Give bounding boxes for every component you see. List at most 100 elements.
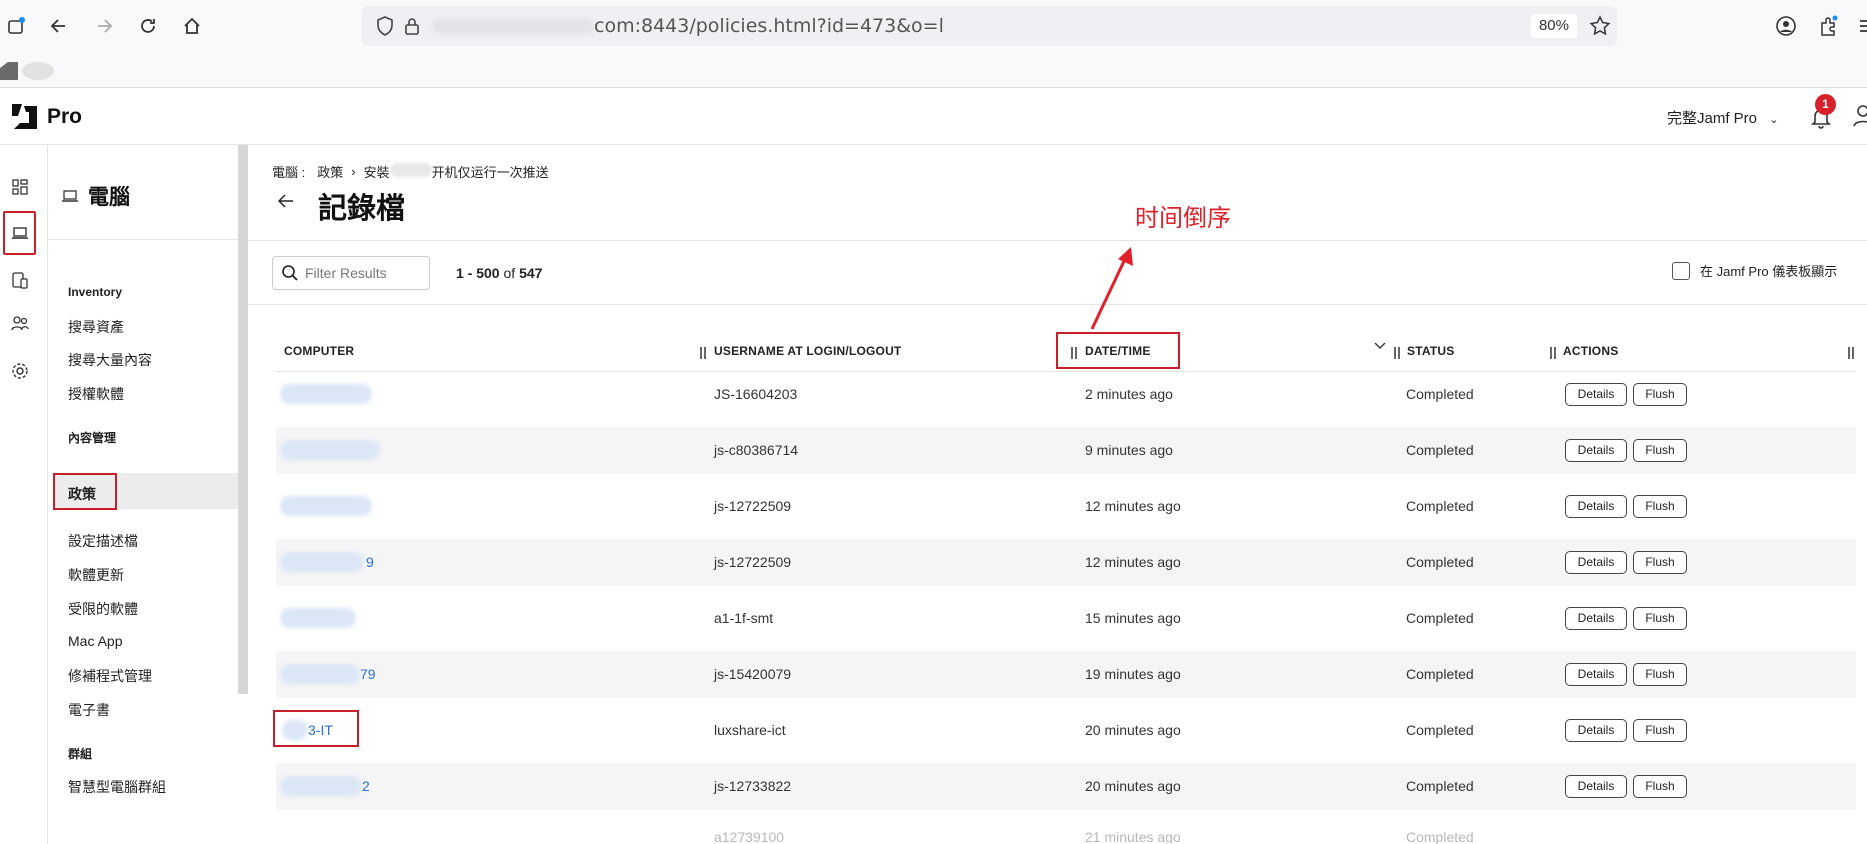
sidebar-item-ebooks[interactable]: 電子書 <box>68 700 110 720</box>
bookmark-favicon-icon[interactable] <box>0 60 56 87</box>
computer-name-redacted[interactable] <box>280 608 356 628</box>
details-button[interactable]: Details <box>1565 663 1627 686</box>
column-resize-handle[interactable] <box>1549 347 1557 359</box>
settings-gear-icon[interactable] <box>4 355 36 387</box>
sidebar-item-search-inventory[interactable]: 搜尋資產 <box>68 317 124 337</box>
datetime-cell: 15 minutes ago <box>1085 610 1181 626</box>
breadcrumb-policies[interactable]: 政策 <box>317 162 343 181</box>
column-resize-handle[interactable] <box>1847 347 1855 359</box>
site-select-label: 完整Jamf Pro <box>1667 110 1758 127</box>
username-cell: js-15420079 <box>714 666 792 682</box>
shield-icon[interactable] <box>376 16 394 41</box>
table-row[interactable]: 3-IT luxshare-ict 20 minutes ago Complet… <box>276 707 1856 754</box>
dashboard-icon[interactable] <box>4 171 36 203</box>
url-text[interactable]: com:8443/policies.html?id=473&o=l <box>594 15 944 37</box>
details-button[interactable]: Details <box>1565 551 1627 574</box>
details-button[interactable]: Details <box>1565 719 1627 742</box>
site-select[interactable]: 完整Jamf Pro ⌄ <box>1667 107 1778 128</box>
pager-total: 547 <box>519 265 543 281</box>
account-icon[interactable] <box>1770 10 1802 42</box>
computer-name-redacted[interactable] <box>280 496 372 516</box>
details-button[interactable]: Details <box>1565 607 1627 630</box>
table-row[interactable]: 2 js-12733822 20 minutes ago Completed D… <box>276 763 1856 810</box>
sidebar-item-patch-management[interactable]: 修補程式管理 <box>68 666 152 686</box>
sidebar-item-search-volume[interactable]: 搜尋大量內容 <box>68 350 152 370</box>
extensions-icon[interactable] <box>1813 10 1845 42</box>
jamf-logo[interactable]: Pro <box>12 104 82 129</box>
details-button[interactable]: Details <box>1565 495 1627 518</box>
sidebar-item-restricted-software[interactable]: 受限的軟體 <box>68 599 138 619</box>
sidebar-item-mac-app[interactable]: Mac App <box>68 633 122 649</box>
details-button[interactable]: Details <box>1565 383 1627 406</box>
tab-icon[interactable] <box>0 10 32 42</box>
flush-button[interactable]: Flush <box>1633 383 1687 406</box>
filter-input[interactable] <box>305 265 420 281</box>
forward-icon[interactable] <box>88 10 120 42</box>
page-title: 記錄檔 <box>318 193 406 225</box>
flush-button[interactable]: Flush <box>1633 775 1687 798</box>
details-button[interactable]: Details <box>1565 439 1627 462</box>
computer-link[interactable]: 2 <box>362 778 370 794</box>
back-arrow-icon[interactable] <box>277 192 294 213</box>
chevron-right-icon: › <box>351 164 356 179</box>
zoom-level[interactable]: 80% <box>1530 14 1577 38</box>
breadcrumb-root[interactable]: 電腦 : <box>272 162 305 181</box>
dashboard-checkbox[interactable] <box>1672 261 1690 280</box>
table-row[interactable]: js-c80386714 9 minutes ago Completed Det… <box>276 427 1856 474</box>
computers-icon[interactable] <box>3 211 36 255</box>
sidebar-scrollbar[interactable] <box>238 145 248 694</box>
app-header: Pro 完整Jamf Pro ⌄ 1 <box>0 88 1867 145</box>
column-resize-handle[interactable] <box>699 347 707 359</box>
column-header-username[interactable]: USERNAME AT LOGIN/LOGOUT <box>714 344 901 358</box>
sidebar-nav: 電腦 Inventory 搜尋資產 搜尋大量內容 授權軟體 內容管理 政策 設定… <box>48 145 274 844</box>
breadcrumb-policy[interactable]: 安裝 开机仅运行一次推送 <box>364 162 549 181</box>
table-row[interactable]: a1-1f-smt 15 minutes ago Completed Detai… <box>276 595 1856 642</box>
status-cell: Completed <box>1406 386 1474 402</box>
filter-field[interactable] <box>272 256 430 290</box>
reload-icon[interactable] <box>132 10 164 42</box>
column-resize-handle[interactable] <box>1393 347 1401 359</box>
star-icon[interactable] <box>1589 15 1611 42</box>
lock-icon[interactable] <box>404 16 420 41</box>
menu-icon[interactable] <box>1850 10 1867 42</box>
username-cell: js-12733822 <box>714 778 792 794</box>
users-icon[interactable] <box>4 307 36 339</box>
datetime-cell: 20 minutes ago <box>1085 778 1181 794</box>
flush-button[interactable]: Flush <box>1633 663 1687 686</box>
highlight-box-datetime <box>1056 332 1180 369</box>
back-icon[interactable] <box>43 10 75 42</box>
table-row[interactable]: js-12722509 12 minutes ago Completed Det… <box>276 483 1856 530</box>
devices-icon[interactable] <box>4 264 36 296</box>
column-header-computer[interactable]: COMPUTER <box>284 344 354 358</box>
datetime-cell: 21 minutes ago <box>1085 829 1181 844</box>
address-bar[interactable]: com:8443/policies.html?id=473&o=l 80% <box>362 6 1617 46</box>
sort-descending-chevron-icon[interactable] <box>1374 340 1386 352</box>
sidebar-item-smart-groups[interactable]: 智慧型電腦群組 <box>68 777 166 797</box>
home-icon[interactable] <box>176 10 208 42</box>
computer-link[interactable]: 9 <box>366 554 374 570</box>
sidebar-item-software-updates[interactable]: 軟體更新 <box>68 565 124 585</box>
annotation-text: 时间倒序 <box>1135 204 1231 232</box>
computer-link[interactable]: 79 <box>360 666 376 682</box>
flush-button[interactable]: Flush <box>1633 719 1687 742</box>
user-icon[interactable] <box>1853 102 1867 128</box>
dashboard-toggle[interactable]: 在 Jamf Pro 儀表板顯示 <box>1672 261 1837 280</box>
breadcrumb-policy-suffix: 开机仅运行一次推送 <box>431 165 549 180</box>
table-row[interactable]: JS-16604203 2 minutes ago Completed Deta… <box>276 371 1856 418</box>
sidebar-item-licensed-software[interactable]: 授權軟體 <box>68 384 124 404</box>
flush-button[interactable]: Flush <box>1633 439 1687 462</box>
column-header-status[interactable]: STATUS <box>1407 344 1454 358</box>
flush-button[interactable]: Flush <box>1633 495 1687 518</box>
table-row[interactable]: 9 js-12722509 12 minutes ago Completed D… <box>276 539 1856 586</box>
flush-button[interactable]: Flush <box>1633 607 1687 630</box>
computer-name-redacted[interactable] <box>280 440 380 460</box>
sidebar-item-config-profiles[interactable]: 設定描述檔 <box>68 531 138 551</box>
computer-name-redacted[interactable] <box>280 384 372 404</box>
table-row[interactable]: 79 js-15420079 19 minutes ago Completed … <box>276 651 1856 698</box>
sidebar-item-policies[interactable]: 政策 <box>68 484 96 504</box>
flush-button[interactable]: Flush <box>1633 551 1687 574</box>
column-header-actions[interactable]: ACTIONS <box>1563 344 1618 358</box>
status-cell: Completed <box>1406 498 1474 514</box>
details-button[interactable]: Details <box>1565 775 1627 798</box>
logo-text: Pro <box>47 104 83 128</box>
